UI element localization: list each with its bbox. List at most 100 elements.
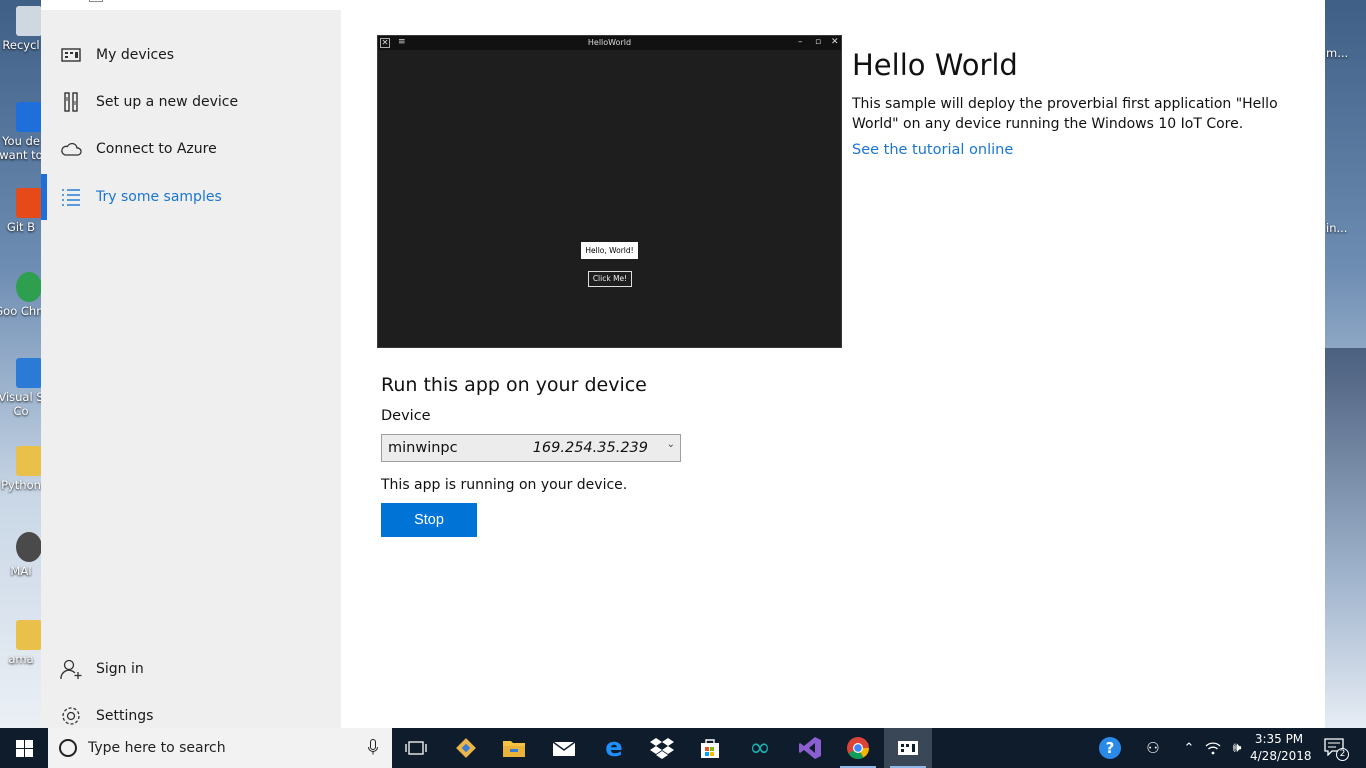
taskbar-app-arduino[interactable]: ∞ bbox=[736, 728, 784, 768]
sample-description: This sample will deploy the proverbial f… bbox=[852, 96, 1278, 132]
window-checkbox[interactable] bbox=[89, 0, 103, 2]
store-bag-icon bbox=[701, 739, 719, 758]
stop-button[interactable]: Stop bbox=[381, 503, 477, 537]
sidebar-item-my-devices[interactable]: My devices bbox=[41, 32, 341, 78]
cloud-icon bbox=[60, 138, 82, 160]
desktop-icon-label: Visual S Co bbox=[0, 390, 44, 418]
sidebar-item-label: Set up a new device bbox=[96, 94, 239, 110]
chrome-icon bbox=[847, 737, 869, 759]
chevron-down-icon: ⌄ bbox=[666, 439, 675, 450]
device-name: minwinpc bbox=[388, 440, 458, 456]
sample-title: Hello World bbox=[852, 48, 1018, 82]
devices-icon bbox=[60, 44, 82, 66]
wallpaper-mountain bbox=[1325, 348, 1366, 728]
device-ip: 169.254.35.239 bbox=[532, 440, 648, 456]
tray-people[interactable]: ⚇ bbox=[1140, 728, 1166, 768]
visual-studio-icon bbox=[799, 737, 821, 759]
vscode-icon bbox=[16, 358, 42, 388]
desktop-icon-ama[interactable]: ama bbox=[0, 614, 46, 694]
tray-volume[interactable]: 🕪 bbox=[1226, 728, 1248, 768]
taskbar-app-file-explorer[interactable] bbox=[490, 728, 538, 768]
desktop-icon-mai[interactable]: MAI bbox=[0, 526, 46, 606]
edge-icon: e bbox=[605, 733, 623, 763]
sidebar-item-try-samples[interactable]: Try some samples bbox=[41, 174, 341, 220]
add-user-icon bbox=[60, 658, 82, 680]
clock-time: 3:35 PM bbox=[1254, 732, 1304, 746]
preview-maximize-icon: ▫ bbox=[815, 37, 822, 47]
desktop-icon-label: MAI bbox=[10, 564, 32, 578]
desktop-icon-label: ama bbox=[8, 652, 34, 666]
clock-date: 4/28/2018 bbox=[1250, 749, 1312, 763]
sidebar-item-label: My devices bbox=[96, 47, 175, 63]
desktop-right-label: in... bbox=[1326, 221, 1348, 235]
git-icon bbox=[16, 188, 42, 218]
chrome-icon bbox=[16, 272, 42, 302]
start-button[interactable] bbox=[0, 728, 48, 768]
sidebar: My devices Set up a new device Connect t… bbox=[41, 10, 341, 728]
tray-show-hidden[interactable]: ⌃ bbox=[1178, 728, 1200, 768]
taskbar-app-iot-dashboard[interactable] bbox=[884, 728, 932, 768]
desktop-icon-label: Git B bbox=[6, 220, 36, 234]
people-icon: ⚇ bbox=[1146, 739, 1160, 757]
preview-titlebar: ✕ ≡ HelloWorld – ▫ ✕ bbox=[378, 36, 841, 50]
tray-wifi[interactable] bbox=[1202, 728, 1224, 768]
task-view-button[interactable] bbox=[392, 728, 440, 768]
sidebar-item-connect-azure[interactable]: Connect to Azure bbox=[41, 126, 341, 172]
taskbar-clock[interactable]: 3:35 PM 4/28/2018 bbox=[1250, 731, 1312, 765]
device-dropdown[interactable]: minwinpc 169.254.35.239 ⌄ bbox=[381, 434, 681, 462]
dropbox-icon bbox=[650, 738, 674, 759]
windows-logo-icon bbox=[15, 739, 33, 757]
desktop-icon-edge-shortcut[interactable]: You de want to bbox=[0, 96, 46, 176]
tray-help[interactable]: ? bbox=[1096, 728, 1124, 768]
folder-icon bbox=[16, 620, 42, 650]
git-diamond-icon bbox=[456, 738, 476, 758]
preview-close-x-icon: ✕ bbox=[831, 37, 839, 47]
action-center-button[interactable]: 2 bbox=[1322, 736, 1349, 761]
edge-icon bbox=[16, 102, 42, 132]
preview-hello-textbox: Hello, World! bbox=[581, 242, 638, 259]
taskbar-app-git[interactable] bbox=[442, 728, 490, 768]
folder-icon bbox=[503, 741, 525, 757]
taskbar-search-box[interactable]: Type here to search bbox=[48, 728, 392, 768]
folder-icon bbox=[16, 446, 42, 476]
taskbar-app-store[interactable] bbox=[686, 728, 734, 768]
taskbar-app-dropbox[interactable] bbox=[638, 728, 686, 768]
taskbar: Type here to search e ∞ ? ⚇ ⌃ 🕪 3:35 PM … bbox=[0, 728, 1366, 768]
task-view-icon bbox=[405, 741, 427, 755]
desktop-icon-git-bash[interactable]: Git B bbox=[0, 182, 46, 262]
sidebar-item-label: Sign in bbox=[96, 661, 144, 677]
preview-click-button: Click Me! bbox=[588, 271, 632, 287]
tools-icon bbox=[60, 91, 82, 113]
sidebar-item-label: Settings bbox=[96, 708, 154, 724]
sidebar-item-label: Connect to Azure bbox=[96, 141, 217, 157]
desktop-icon-label: Goo Chro bbox=[0, 304, 46, 318]
taskbar-app-mail[interactable] bbox=[540, 728, 588, 768]
volume-icon: 🕪 bbox=[1232, 740, 1242, 756]
chevron-up-icon: ⌃ bbox=[1183, 740, 1195, 756]
taskbar-app-edge[interactable]: e bbox=[590, 728, 638, 768]
sidebar-item-sign-in[interactable]: Sign in bbox=[41, 646, 341, 692]
sidebar-item-label: Try some samples bbox=[96, 189, 222, 205]
app-window: My devices Set up a new device Connect t… bbox=[41, 0, 1325, 728]
list-icon bbox=[60, 186, 82, 208]
preview-window-title: HelloWorld bbox=[587, 38, 632, 47]
desktop-icon-chrome[interactable]: Goo Chro bbox=[0, 266, 46, 346]
sample-preview-image: ✕ ≡ HelloWorld – ▫ ✕ Hello, World! Click… bbox=[377, 35, 842, 348]
desktop-icon-python[interactable]: Python bbox=[0, 440, 46, 520]
desktop-icon-vscode[interactable]: Visual S Co bbox=[0, 352, 46, 432]
help-icon: ? bbox=[1099, 737, 1121, 759]
device-label: Device bbox=[381, 408, 431, 424]
microphone-icon[interactable] bbox=[368, 739, 378, 755]
sidebar-item-settings[interactable]: Settings bbox=[41, 693, 341, 728]
infinity-icon: ∞ bbox=[749, 733, 771, 763]
taskbar-app-visual-studio[interactable] bbox=[786, 728, 834, 768]
desktop-icon-recycle-bin[interactable]: Recycl bbox=[0, 0, 46, 80]
desktop-icon-label: Python bbox=[1, 478, 41, 492]
desktop-icon-label: Recycl bbox=[2, 38, 40, 52]
cortana-icon bbox=[59, 739, 77, 757]
run-section-title: Run this app on your device bbox=[381, 374, 647, 396]
sidebar-item-set-up-device[interactable]: Set up a new device bbox=[41, 79, 341, 125]
run-status-text: This app is running on your device. bbox=[381, 477, 628, 493]
taskbar-app-chrome[interactable] bbox=[834, 728, 882, 768]
tutorial-link[interactable]: See the tutorial online bbox=[852, 142, 1013, 158]
